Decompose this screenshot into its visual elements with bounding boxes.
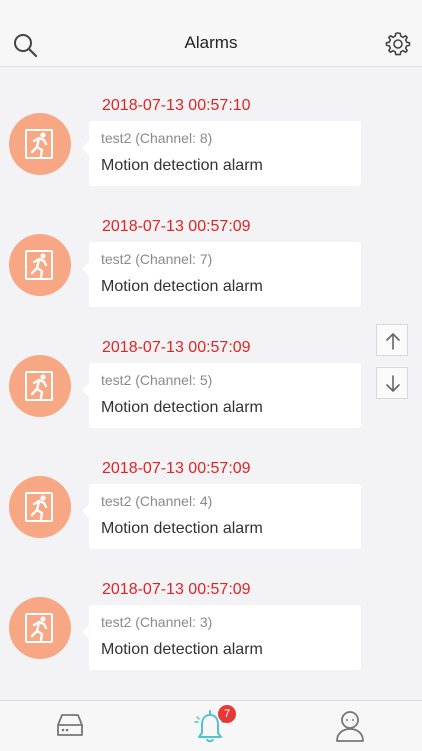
alarm-time: 2018-07-13 00:57:09	[102, 460, 251, 477]
alarm-type-avatar	[9, 597, 71, 659]
alarm-count-badge: 7	[218, 705, 236, 723]
bottom-tab-bar: 7	[0, 700, 422, 751]
running-person-icon	[25, 492, 53, 522]
tab-devices[interactable]	[30, 701, 110, 751]
tab-alarms[interactable]: 7	[170, 701, 250, 751]
alarm-bubble[interactable]: test2 (Channel: 4) Motion detection alar…	[82, 484, 361, 549]
running-person-icon	[25, 129, 53, 159]
alarm-type-avatar	[9, 234, 71, 296]
alarm-item[interactable]: 2018-07-13 00:57:09 test2 (Channel: 7) M…	[0, 188, 422, 309]
alarm-time: 2018-07-13 00:57:10	[102, 97, 251, 114]
page-title: Alarms	[184, 33, 238, 52]
user-icon	[336, 711, 364, 742]
scroll-down-button[interactable]	[376, 367, 408, 399]
alarm-message: Motion detection alarm	[101, 520, 263, 537]
running-person-icon	[25, 613, 53, 643]
alarm-type-avatar	[9, 476, 71, 538]
alarm-item[interactable]: 2018-07-13 00:57:09 test2 (Channel: 4) M…	[0, 430, 422, 551]
alarm-device: test2 (Channel: 3)	[101, 614, 213, 630]
alarm-item[interactable]: 2018-07-13 00:57:09 test2 (Channel: 3) M…	[0, 551, 422, 672]
alarm-time: 2018-07-13 00:57:09	[102, 218, 251, 235]
alarm-message: Motion detection alarm	[101, 641, 263, 658]
alarm-type-avatar	[9, 355, 71, 417]
tab-profile[interactable]	[310, 701, 390, 751]
alarm-item[interactable]: 2018-07-13 00:57:10 test2 (Channel: 8) M…	[0, 67, 422, 188]
alarm-bubble[interactable]: test2 (Channel: 8) Motion detection alar…	[82, 121, 361, 186]
alarm-message: Motion detection alarm	[101, 157, 263, 174]
running-person-icon	[25, 371, 53, 401]
alarm-message: Motion detection alarm	[101, 278, 263, 295]
alarm-bubble[interactable]: test2 (Channel: 3) Motion detection alar…	[82, 605, 361, 670]
alarm-device: test2 (Channel: 8)	[101, 130, 213, 146]
running-person-icon	[25, 250, 53, 280]
scroll-up-button[interactable]	[376, 324, 408, 356]
alarm-list[interactable]: 2018-07-13 00:57:10 test2 (Channel: 8) M…	[0, 67, 422, 700]
gear-icon[interactable]	[385, 31, 411, 57]
alarm-device: test2 (Channel: 4)	[101, 493, 213, 509]
top-bar: Alarms	[0, 0, 422, 67]
alarm-time: 2018-07-13 00:57:09	[102, 581, 251, 598]
alarm-bubble[interactable]: test2 (Channel: 5) Motion detection alar…	[82, 363, 361, 428]
arrow-up-icon	[386, 333, 400, 350]
device-icon	[57, 714, 83, 736]
alarm-bubble[interactable]: test2 (Channel: 7) Motion detection alar…	[82, 242, 361, 307]
alarm-message: Motion detection alarm	[101, 399, 263, 416]
alarm-item[interactable]: 2018-07-13 00:57:09 test2 (Channel: 5) M…	[0, 309, 422, 430]
arrow-down-icon	[386, 375, 400, 392]
alarm-device: test2 (Channel: 7)	[101, 251, 213, 267]
alarm-time: 2018-07-13 00:57:09	[102, 339, 251, 356]
alarm-type-avatar	[9, 113, 71, 175]
alarm-device: test2 (Channel: 5)	[101, 372, 213, 388]
